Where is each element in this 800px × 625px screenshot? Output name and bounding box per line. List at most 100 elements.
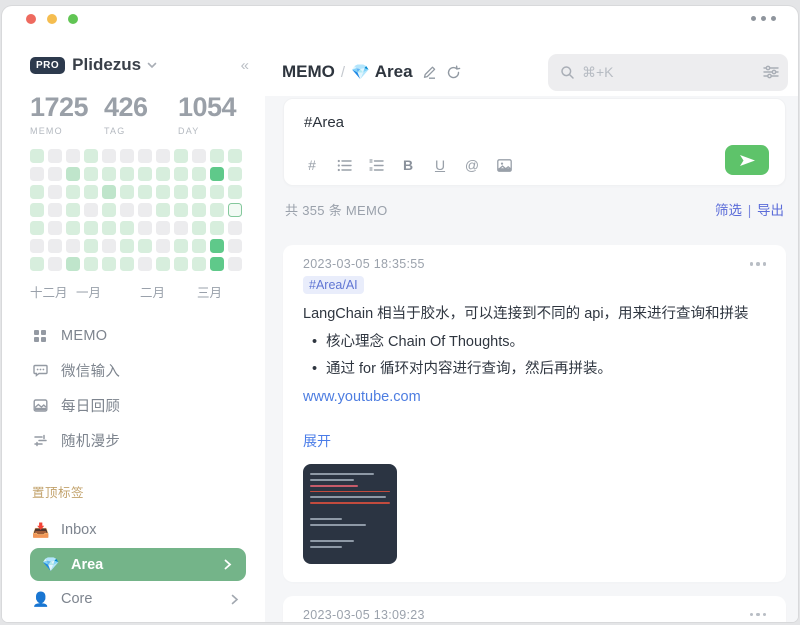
heatmap-cell <box>192 185 206 199</box>
heatmap-cell <box>30 149 44 163</box>
send-button[interactable] <box>725 145 769 175</box>
sidebar-item-daily-review[interactable]: 每日回顾 <box>2 388 265 423</box>
main-header: MEMO / 💎 Area <box>265 42 798 96</box>
traffic-lights <box>26 14 78 24</box>
bullet-list-tool-icon[interactable] <box>336 159 352 172</box>
heatmap-cell <box>192 167 206 181</box>
tag-label: Core <box>61 591 92 607</box>
window-more-menu-icon[interactable] <box>751 16 776 21</box>
heatmap-cell <box>138 203 152 217</box>
heatmap-cell <box>228 185 242 199</box>
chevron-right-icon[interactable] <box>231 594 239 605</box>
sidebar-item-memo[interactable]: MEMO <box>2 318 265 353</box>
review-icon <box>32 398 48 414</box>
heatmap-cell <box>30 203 44 217</box>
chevron-right-icon[interactable] <box>224 559 232 570</box>
sidebar-tag-core[interactable]: 👤 Core <box>2 583 265 615</box>
memo-image-thumbnail[interactable] <box>303 464 397 564</box>
hashtag-tool-icon[interactable]: # <box>304 157 320 173</box>
actions-divider: | <box>748 203 752 218</box>
heatmap-cell <box>48 185 62 199</box>
heatmap-cell <box>138 239 152 253</box>
breadcrumb-separator: / <box>341 64 345 81</box>
stat-tag-value: 426 <box>104 92 178 123</box>
export-link[interactable]: 导出 <box>757 203 784 218</box>
heatmap-cell <box>174 185 188 199</box>
bold-tool-icon[interactable]: B <box>400 157 416 173</box>
heatmap-cell <box>228 149 242 163</box>
sidebar-tag-lifelog[interactable]: 🥦 Lifelog <box>2 615 265 622</box>
month-label: 二月 <box>140 282 165 301</box>
grid-icon <box>32 328 48 344</box>
heatmap-cell <box>30 167 44 181</box>
memo-card: 2023-03-05 13:09:23 #Area/AI Notion AI 和… <box>283 596 786 622</box>
tag-label: Inbox <box>61 522 96 538</box>
memo-more-menu-icon[interactable] <box>750 258 767 270</box>
heatmap-cell <box>48 257 62 271</box>
heatmap-cell <box>156 203 170 217</box>
minimize-window-button[interactable] <box>47 14 57 24</box>
refresh-icon[interactable] <box>446 65 461 80</box>
memo-timestamp: 2023-03-05 18:35:55 <box>303 257 425 271</box>
sidebar-item-wechat-input[interactable]: 微信输入 <box>2 353 265 388</box>
heatmap-cell <box>84 149 98 163</box>
heatmap-cell <box>66 167 80 181</box>
heatmap-cell <box>120 167 134 181</box>
heatmap-cell <box>102 185 116 199</box>
heatmap-cell <box>192 149 206 163</box>
memo-tag-chip[interactable]: #Area/AI <box>303 276 364 294</box>
composer-toolbar: # B U @ <box>304 157 512 173</box>
heatmap-cell <box>84 239 98 253</box>
edit-pencil-icon[interactable] <box>422 65 437 80</box>
sidebar-item-label: 随机漫步 <box>61 430 120 451</box>
memo-link[interactable]: www.youtube.com <box>303 389 421 405</box>
heatmap-cell <box>66 149 80 163</box>
heatmap-month-labels: 十二月 一月 二月 三月 <box>30 282 244 298</box>
heatmap-cell <box>120 203 134 217</box>
memo-bullet-list: 核心理念 Chain Of Thoughts。 通过 for 循环对内容进行查询… <box>303 329 766 381</box>
underline-tool-icon[interactable]: U <box>432 157 448 173</box>
memo-bullet: 通过 for 循环对内容进行查询，然后再拼装。 <box>303 356 766 382</box>
expand-link[interactable]: 展开 <box>303 431 766 451</box>
pro-badge: PRO <box>30 57 65 74</box>
zoom-window-button[interactable] <box>68 14 78 24</box>
heatmap-cell <box>174 239 188 253</box>
sidebar-tag-area[interactable]: 💎 Area <box>30 548 246 581</box>
composer-input[interactable]: #Area <box>304 114 767 131</box>
search-box[interactable] <box>548 54 788 91</box>
close-window-button[interactable] <box>26 14 36 24</box>
heatmap-cell <box>66 221 80 235</box>
heatmap-cell <box>174 257 188 271</box>
sidebar-item-random-walk[interactable]: 随机漫步 <box>2 423 265 458</box>
heatmap-cell <box>192 239 206 253</box>
heatmap-cell <box>84 257 98 271</box>
sidebar-tag-inbox[interactable]: 📥 Inbox <box>2 514 265 546</box>
heatmap-cell <box>210 167 224 181</box>
image-tool-icon[interactable] <box>496 159 512 172</box>
collapse-sidebar-icon[interactable]: « <box>241 57 247 74</box>
filter-sliders-icon[interactable] <box>763 65 779 79</box>
numbered-list-tool-icon[interactable] <box>368 159 384 172</box>
heatmap-cell <box>84 203 98 217</box>
memo-count: 共 355 条 MEMO <box>285 200 388 219</box>
memo-text: LangChain 相当于胶水，可以连接到不同的 api，用来进行查询和拼装 <box>303 303 766 325</box>
heatmap-cell <box>210 185 224 199</box>
heatmap-cell <box>192 221 206 235</box>
heatmap-cell <box>120 239 134 253</box>
heatmap-cell <box>210 149 224 163</box>
heatmap-cell <box>156 221 170 235</box>
memo-more-menu-icon[interactable] <box>750 609 767 621</box>
filter-link[interactable]: 筛选 <box>715 203 742 218</box>
mention-tool-icon[interactable]: @ <box>464 157 480 173</box>
memo-list-header: 共 355 条 MEMO 筛选 | 导出 <box>285 199 784 219</box>
pinned-tags-section-title: 置顶标签 <box>32 482 265 501</box>
stat-memo-value: 1725 <box>30 92 104 123</box>
heatmap-cell <box>102 257 116 271</box>
pinned-tags-list: 📥 Inbox 💎 Area 👤 Core 🥦 Lifelog <box>2 514 265 622</box>
breadcrumb-root[interactable]: MEMO <box>282 62 335 82</box>
heatmap-cell <box>192 203 206 217</box>
memo-composer[interactable]: #Area # B U @ <box>283 98 786 186</box>
chevron-down-icon[interactable] <box>147 62 157 69</box>
sidebar: PRO Plidezus « 1725 MEMO 426 TAG 1054 DA… <box>2 42 265 622</box>
search-input[interactable] <box>582 64 763 80</box>
